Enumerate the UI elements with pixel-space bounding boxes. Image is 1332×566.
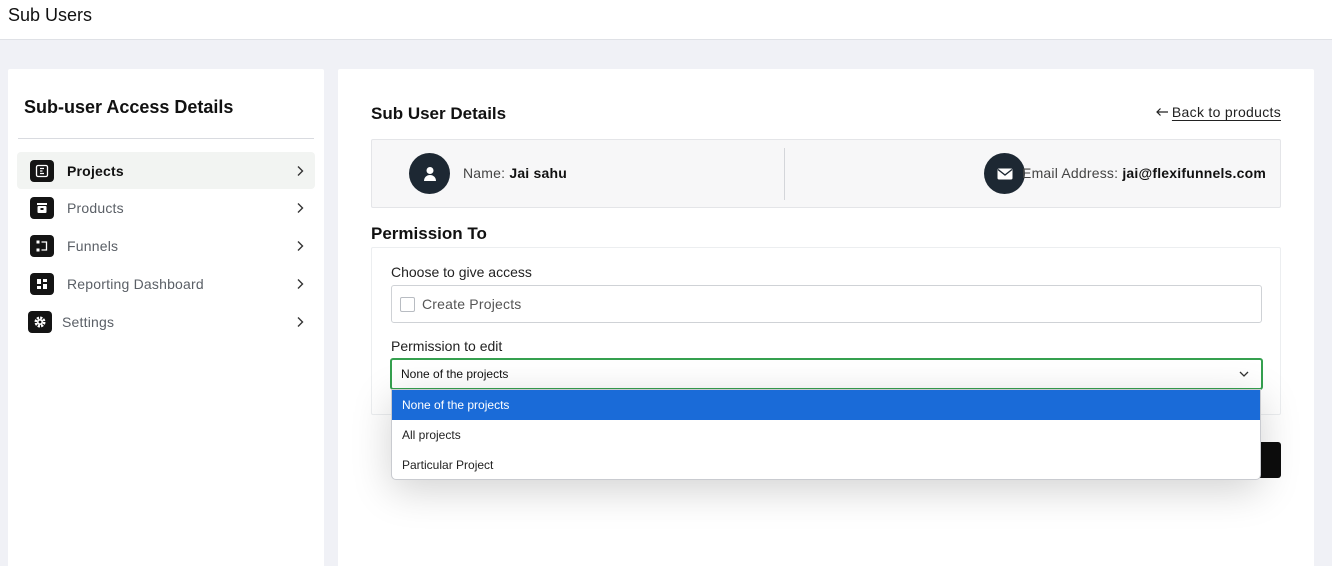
- funnels-icon: [30, 235, 54, 257]
- chevron-down-icon: [1239, 371, 1249, 377]
- sidebar-item-funnels[interactable]: Funnels: [17, 227, 315, 265]
- products-icon: [30, 197, 54, 219]
- email-value: jai@flexifunnels.com: [1122, 165, 1266, 181]
- name-value: Jai sahu: [509, 165, 567, 181]
- dashboard-icon: [30, 273, 54, 295]
- email-label: Email Address:: [1022, 165, 1119, 181]
- edit-permission-label: Permission to edit: [391, 338, 503, 354]
- sidebar-item-label: Funnels: [67, 238, 119, 254]
- sidebar-divider: [18, 138, 314, 139]
- arrow-left-icon: [1156, 108, 1168, 116]
- sidebar-item-products[interactable]: Products: [17, 189, 315, 227]
- sidebar: Sub-user Access Details Projects Product…: [8, 69, 324, 566]
- back-link-label: Back to products: [1171, 104, 1281, 120]
- sidebar-item-settings[interactable]: Settings: [17, 303, 315, 341]
- projects-icon: [30, 159, 54, 182]
- chevron-right-icon: [297, 165, 304, 176]
- select-value: None of the projects: [401, 367, 509, 381]
- sidebar-item-reporting-dashboard[interactable]: Reporting Dashboard: [17, 265, 315, 303]
- back-to-products-link[interactable]: Back to products: [1155, 104, 1281, 120]
- main-panel: Sub User Details Back to products Name: …: [338, 69, 1314, 566]
- checkbox-label: Create Projects: [422, 296, 522, 312]
- user-details-card: Name: Jai sahu Email Address: jai@flexif…: [371, 139, 1281, 208]
- user-icon: [409, 153, 450, 194]
- chevron-right-icon: [297, 241, 304, 251]
- section-title: Sub User Details: [371, 104, 507, 123]
- create-projects-checkbox[interactable]: [400, 296, 415, 312]
- chevron-right-icon: [297, 279, 304, 289]
- sidebar-nav: Projects Products Funnels Reporting Dash…: [17, 152, 315, 341]
- permission-heading: Permission To: [371, 224, 487, 243]
- create-projects-option[interactable]: Create Projects: [391, 285, 1262, 323]
- page-title: Sub Users: [8, 5, 93, 25]
- chevron-right-icon: [297, 317, 304, 327]
- name-label: Name:: [463, 165, 506, 181]
- sidebar-item-label: Projects: [67, 162, 124, 179]
- vertical-divider: [784, 148, 785, 200]
- sidebar-item-projects[interactable]: Projects: [17, 152, 315, 189]
- envelope-icon: [984, 153, 1025, 194]
- sidebar-heading: Sub-user Access Details: [24, 97, 234, 117]
- user-name: Name: Jai sahu: [463, 165, 567, 181]
- sidebar-item-label: Settings: [62, 314, 115, 330]
- dropdown-option-all[interactable]: All projects: [392, 420, 1260, 450]
- dropdown-option-particular[interactable]: Particular Project: [392, 450, 1260, 479]
- chevron-right-icon: [297, 203, 304, 213]
- top-bar: Sub Users: [0, 0, 1332, 40]
- permission-dropdown-list: None of the projects All projects Partic…: [391, 389, 1261, 480]
- user-email: Email Address: jai@flexifunnels.com: [1022, 165, 1266, 181]
- dropdown-option-none[interactable]: None of the projects: [392, 390, 1260, 420]
- access-label: Choose to give access: [391, 264, 532, 280]
- sidebar-item-label: Reporting Dashboard: [67, 276, 204, 292]
- sidebar-item-label: Products: [67, 200, 124, 216]
- gear-icon: [28, 311, 52, 333]
- permission-to-edit-select[interactable]: None of the projects: [390, 358, 1263, 390]
